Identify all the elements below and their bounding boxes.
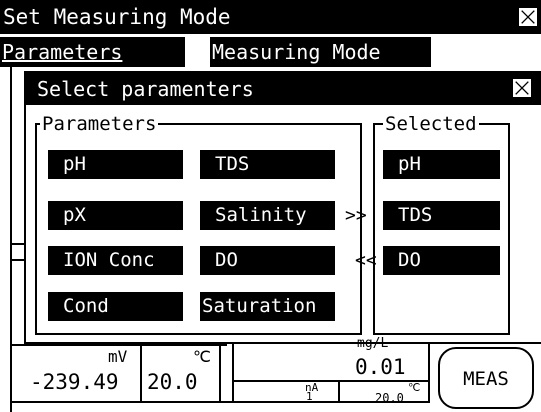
window-close-button[interactable]	[518, 7, 538, 27]
conc-unit-label: mg/L	[357, 336, 389, 351]
param-option-salinity[interactable]: Salinity	[200, 201, 335, 230]
selected-group-label: Selected	[383, 113, 479, 135]
temp-value: 20.0	[147, 370, 198, 394]
tab-measuring-mode[interactable]: Measuring Mode	[210, 37, 431, 67]
param-option-tds[interactable]: TDS	[200, 150, 335, 179]
selected-item-tds[interactable]: TDS	[383, 201, 500, 230]
conc-value: 0.01	[355, 355, 406, 379]
tab-parameters[interactable]: Parameters	[0, 37, 185, 67]
dialog-close-button[interactable]	[512, 78, 532, 98]
parameters-group-label: Parameters	[40, 113, 159, 135]
param-option-saturation[interactable]: Saturation	[200, 292, 335, 321]
temp-unit-label: ℃	[193, 347, 211, 366]
close-icon	[521, 10, 535, 24]
frame-left-border	[10, 67, 12, 412]
close-icon	[515, 81, 529, 95]
selected-item-ph[interactable]: pH	[383, 150, 500, 179]
readings-top-border	[10, 344, 227, 346]
dialog-title: Select paramenters	[37, 77, 254, 101]
mv-value: -239.49	[30, 370, 119, 394]
window-title-bar: Set Measuring Mode	[0, 0, 541, 34]
temp2-unit-label: ℃	[408, 381, 421, 394]
param-option-ion-conc[interactable]: ION Conc	[48, 246, 183, 275]
tab-measuring-mode-label: Measuring Mode	[212, 40, 381, 64]
na-value: 1	[306, 390, 313, 403]
selected-item-do[interactable]: DO	[383, 246, 500, 275]
readings-divider	[232, 344, 234, 402]
param-option-ph[interactable]: pH	[48, 150, 183, 179]
temp2-value: 20.0	[375, 391, 404, 405]
add-arrow-button[interactable]: >>	[345, 206, 367, 226]
frame-tick	[10, 259, 24, 261]
mv-unit-label: mV	[108, 347, 128, 366]
tab-parameters-label: Parameters	[2, 40, 123, 64]
frame-tick	[10, 243, 24, 245]
conc-box-line	[232, 380, 430, 382]
conc-box-right	[428, 344, 430, 402]
param-option-px[interactable]: pX	[48, 201, 183, 230]
select-parameters-dialog: Select paramenters Parameters pH TDS pX …	[24, 71, 541, 344]
readings-divider	[140, 344, 142, 402]
dialog-title-bar: Select paramenters	[26, 73, 541, 105]
readings-bottom-border	[10, 401, 430, 403]
window-title: Set Measuring Mode	[3, 5, 231, 29]
conc-box-divider	[338, 380, 340, 402]
readings-divider	[219, 344, 221, 402]
param-option-do[interactable]: DO	[200, 246, 335, 275]
meas-button[interactable]: MEAS	[438, 347, 534, 409]
param-option-cond[interactable]: Cond	[48, 292, 183, 321]
